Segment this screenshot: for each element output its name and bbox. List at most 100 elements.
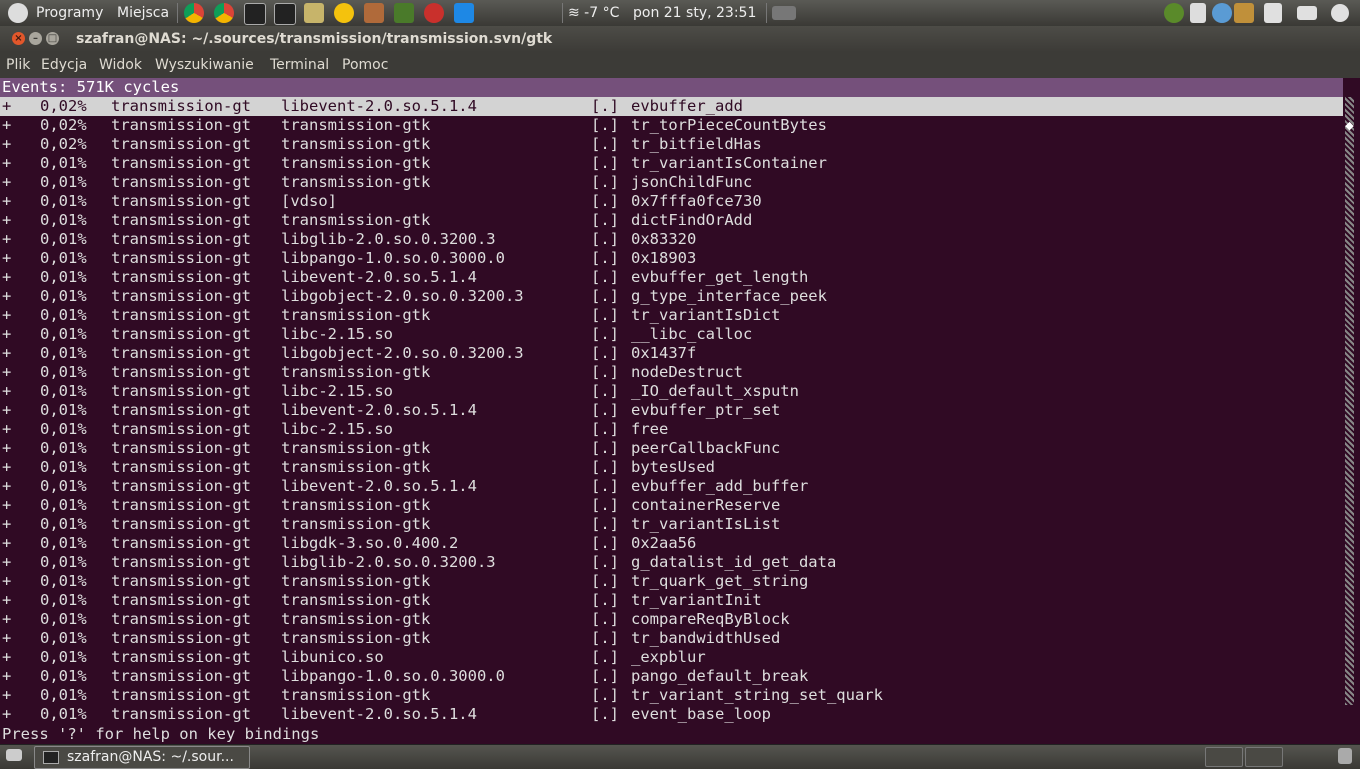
- chrome-icon[interactable]: [184, 3, 204, 23]
- table-row[interactable]: +0,01% transmission-gt libglib-2.0.so.0.32…: [0, 553, 1343, 572]
- table-row[interactable]: +0,01% transmission-gt transmission-gtk [.]…: [0, 173, 1343, 192]
- row-overhead: 0,01%: [40, 496, 87, 514]
- inkscape-icon[interactable]: [394, 3, 414, 23]
- table-row[interactable]: +0,01% transmission-gt transmission-gtk [.]…: [0, 686, 1343, 705]
- menu-edit[interactable]: Edycja: [41, 52, 87, 78]
- weather-sun-icon[interactable]: [334, 3, 354, 23]
- applications-menu[interactable]: Programy: [36, 0, 103, 26]
- row-expand-mark: +: [2, 287, 12, 305]
- row-symbol: pango_default_break: [631, 667, 809, 685]
- chrome-icon[interactable]: [1205, 747, 1243, 767]
- window-titlebar[interactable]: × – □ szafran@NAS: ~/.sources/transmissi…: [0, 26, 1360, 52]
- table-row[interactable]: +0,01% transmission-gt transmission-gtk [.]…: [0, 629, 1343, 648]
- table-row[interactable]: +0,02% transmission-gt transmission-gtk [.]…: [0, 135, 1343, 154]
- files-icon[interactable]: [304, 3, 324, 23]
- table-row[interactable]: +0,01% transmission-gt libevent-2.0.so.5.1…: [0, 268, 1343, 287]
- table-row[interactable]: +0,01% transmission-gt libevent-2.0.so.5.1…: [0, 401, 1343, 420]
- table-row[interactable]: +0,02% transmission-gt libevent-2.0.so.5.1…: [0, 97, 1343, 116]
- panel-separator: [766, 3, 767, 23]
- table-row[interactable]: +0,01% transmission-gt transmission-gtk [.]…: [0, 610, 1343, 629]
- weather-indicator[interactable]: ≋ -7 °C: [568, 0, 619, 26]
- table-row[interactable]: +0,01% transmission-gt libc-2.15.so [.] free: [0, 420, 1343, 439]
- table-row[interactable]: +0,01% transmission-gt libgdk-3.so.0.400.2…: [0, 534, 1343, 553]
- table-row[interactable]: +0,01% transmission-gt transmission-gtk [.]…: [0, 154, 1343, 173]
- row-expand-mark: +: [2, 97, 12, 115]
- row-command: transmission-gt: [111, 116, 251, 134]
- top-panel: Programy Miejsca ≋ -7 °C pon 21 sty, 23:…: [0, 0, 1360, 27]
- row-overhead: 0,01%: [40, 268, 87, 286]
- table-row[interactable]: +0,01% transmission-gt transmission-gtk [.]…: [0, 306, 1343, 325]
- row-command: transmission-gt: [111, 610, 251, 628]
- scrollbar-track[interactable]: [1345, 97, 1354, 705]
- table-row[interactable]: +0,01% transmission-gt libpango-1.0.so.0.3…: [0, 249, 1343, 268]
- table-row[interactable]: +0,01% transmission-gt libpango-1.0.so.0.3…: [0, 667, 1343, 686]
- disk-icon[interactable]: [1190, 3, 1206, 23]
- table-row[interactable]: +0,01% transmission-gt transmission-gtk [.]…: [0, 591, 1343, 610]
- places-menu[interactable]: Miejsca: [117, 0, 169, 26]
- table-row[interactable]: +0,01% transmission-gt libunico.so [.] _expb…: [0, 648, 1343, 667]
- updates-icon[interactable]: [1164, 3, 1184, 23]
- teamviewer-icon[interactable]: [454, 3, 474, 23]
- table-row[interactable]: +0,01% transmission-gt transmission-gtk [.]…: [0, 515, 1343, 534]
- ubuntu-logo-icon[interactable]: [8, 3, 28, 23]
- table-row[interactable]: +0,01% transmission-gt [vdso] [.] 0x7fffa0fc…: [0, 192, 1343, 211]
- terminal-icon[interactable]: [274, 3, 296, 25]
- scrollbar-thumb[interactable]: ◆: [1344, 120, 1355, 131]
- chrome-icon[interactable]: [214, 3, 234, 23]
- taskbar-terminal-button[interactable]: szafran@NAS: ~/.sour...: [34, 746, 250, 769]
- network-icon[interactable]: [1234, 3, 1254, 23]
- row-overhead: 0,02%: [40, 135, 87, 153]
- table-row[interactable]: +0,01% transmission-gt libc-2.15.so [.] __li…: [0, 325, 1343, 344]
- menu-terminal[interactable]: Terminal: [270, 52, 329, 78]
- trash-icon[interactable]: [1338, 748, 1352, 764]
- menu-help[interactable]: Pomoc: [342, 52, 388, 78]
- table-row[interactable]: +0,02% transmission-gt transmission-gtk [.]…: [0, 116, 1343, 135]
- table-row[interactable]: +0,01% transmission-gt transmission-gtk [.]…: [0, 211, 1343, 230]
- table-row[interactable]: +0,01% transmission-gt transmission-gtk [.]…: [0, 439, 1343, 458]
- settings-cog-icon[interactable]: [1212, 3, 1232, 23]
- system-gear-icon[interactable]: [1331, 4, 1349, 22]
- blocked-icon[interactable]: [424, 3, 444, 23]
- table-row[interactable]: +0,01% transmission-gt transmission-gtk [.]…: [0, 572, 1343, 591]
- row-overhead: 0,01%: [40, 648, 87, 666]
- row-command: transmission-gt: [111, 230, 251, 248]
- terminal-area[interactable]: Events: 571K cycles +0,02% transmission-g…: [0, 78, 1343, 744]
- dropbox-icon[interactable]: [1264, 3, 1282, 23]
- menu-view[interactable]: Widok: [99, 52, 142, 78]
- row-command: transmission-gt: [111, 572, 251, 590]
- table-row[interactable]: +0,01% transmission-gt libgobject-2.0.so.0…: [0, 287, 1343, 306]
- keyboard-indicator-icon[interactable]: [772, 6, 796, 20]
- terminal-icon[interactable]: [1245, 747, 1283, 767]
- row-expand-mark: +: [2, 116, 12, 134]
- row-overhead: 0,01%: [40, 192, 87, 210]
- row-command: transmission-gt: [111, 705, 251, 723]
- close-icon[interactable]: ×: [12, 32, 25, 45]
- row-command: transmission-gt: [111, 439, 251, 457]
- table-row[interactable]: +0,01% transmission-gt transmission-gtk [.]…: [0, 496, 1343, 515]
- row-command: transmission-gt: [111, 97, 251, 115]
- table-row[interactable]: +0,01% transmission-gt transmission-gtk [.]…: [0, 363, 1343, 382]
- menu-search[interactable]: Wyszukiwanie: [155, 52, 254, 78]
- show-desktop-icon[interactable]: [6, 749, 22, 761]
- terminal-icon[interactable]: [244, 3, 266, 25]
- table-row[interactable]: +0,01% transmission-gt libglib-2.0.so.0.32…: [0, 230, 1343, 249]
- table-row[interactable]: +0,01% transmission-gt libevent-2.0.so.5.1…: [0, 705, 1343, 724]
- table-row[interactable]: +0,01% transmission-gt libc-2.15.so [.] _IO_…: [0, 382, 1343, 401]
- row-shared-object: transmission-gtk: [281, 572, 431, 590]
- table-row[interactable]: +0,01% transmission-gt libgobject-2.0.so.0…: [0, 344, 1343, 363]
- table-row[interactable]: +0,01% transmission-gt transmission-gtk [.]…: [0, 458, 1343, 477]
- row-shared-object: libevent-2.0.so.5.1.4: [281, 97, 477, 115]
- maximize-icon[interactable]: □: [46, 32, 59, 45]
- mail-icon[interactable]: [1297, 6, 1317, 20]
- row-level: [.]: [591, 382, 619, 400]
- table-row[interactable]: +0,01% transmission-gt libevent-2.0.so.5.1…: [0, 477, 1343, 496]
- minimize-icon[interactable]: –: [29, 32, 42, 45]
- clock[interactable]: pon 21 sty, 23:51: [633, 0, 756, 26]
- row-expand-mark: +: [2, 667, 12, 685]
- transmission-icon[interactable]: [364, 3, 384, 23]
- row-symbol: g_type_interface_peek: [631, 287, 827, 305]
- menu-file[interactable]: Plik: [6, 52, 30, 78]
- row-level: [.]: [591, 249, 619, 267]
- row-shared-object: [vdso]: [281, 192, 337, 210]
- scrollbar[interactable]: ◆: [1343, 78, 1360, 744]
